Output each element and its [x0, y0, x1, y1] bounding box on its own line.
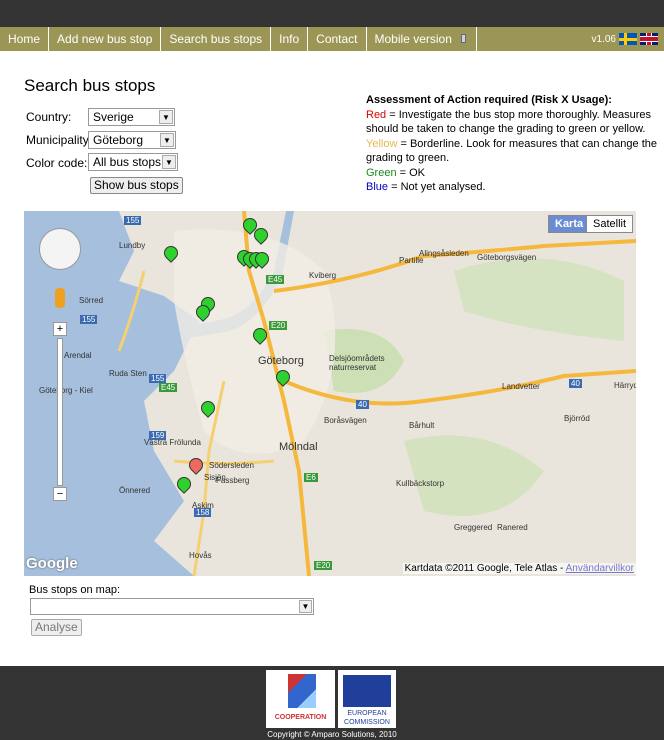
legend-key-red: Red	[366, 108, 387, 121]
legend-key-yellow: Yellow	[366, 137, 398, 150]
green-area	[404, 435, 544, 516]
european-commission-logo: EUROPEAN COMMISSION	[338, 670, 396, 728]
road-shield: 40	[569, 379, 582, 388]
fp7-cooperation-logo: COOPERATION	[266, 670, 335, 728]
nav-info[interactable]: Info	[271, 27, 309, 51]
map-attribution: Kartdata ©2011 Google, Tele Atlas - Anvä…	[402, 563, 636, 574]
analyse-button[interactable]: Analyse	[31, 619, 82, 636]
uk-flag-icon[interactable]	[640, 33, 658, 45]
map-place-label: Ruda Sten	[109, 369, 147, 378]
color-code-value: All bus stops	[93, 155, 162, 169]
attribution-text: Kartdata ©2011 Google, Tele Atlas -	[404, 563, 566, 574]
nav-mobile-version[interactable]: Mobile version	[367, 27, 477, 51]
legend-text: = OK	[396, 166, 426, 179]
map-place-label: Kviberg	[309, 271, 337, 280]
nav-search-bus-stops[interactable]: Search bus stops	[161, 27, 272, 51]
legend-key-green: Green	[366, 166, 397, 179]
municipality-value: Göteborg	[93, 133, 144, 147]
municipality-select[interactable]: Göteborg ▼	[88, 131, 176, 149]
map-place-label: Södersleden	[209, 461, 254, 470]
map-place-label: Härryda	[614, 381, 636, 390]
map-place-label: Lundby	[119, 241, 146, 250]
country-label: Country:	[26, 110, 72, 124]
eu-flag-icon	[343, 675, 391, 707]
fp7-logo-text: COOPERATION	[274, 714, 327, 721]
road-shield: 158	[194, 508, 212, 517]
legend-text: = Borderline. Look for measures that can…	[366, 137, 657, 165]
map-place-label: Göteborgsvägen	[477, 253, 537, 262]
chevron-down-icon: ▼	[159, 110, 173, 124]
map-place-label: Bårhult	[409, 421, 435, 430]
map-place-label: Boråsvägen	[324, 416, 367, 425]
green-area	[454, 258, 624, 341]
zoom-out-button[interactable]: −	[53, 487, 67, 501]
road-shield: 155	[124, 216, 142, 225]
chevron-down-icon: ▼	[160, 133, 174, 147]
legend-key-blue: Blue	[366, 181, 389, 193]
map-place-label: Arendal	[64, 351, 92, 360]
road-shield: 159	[149, 431, 167, 440]
legend-text: = Investigate the bus stop more thorough…	[366, 108, 652, 136]
terms-link[interactable]: Användarvillkor	[566, 563, 634, 574]
map-place-label: Göteborg	[258, 355, 304, 367]
nav-mobile-label: Mobile version	[374, 32, 452, 46]
map-place-label: Önnered	[119, 486, 151, 495]
map-place-label: Greggered	[454, 523, 493, 532]
map-place-label: Göteborg - Kiel	[39, 386, 93, 395]
map-place-label: Alingsåsleden	[419, 249, 469, 258]
bus-stops-label: Bus stops on map:	[29, 584, 121, 596]
map-place-label: Hovås	[189, 551, 212, 560]
zoom-in-button[interactable]: +	[53, 322, 67, 336]
version-label: v1.06	[591, 33, 616, 45]
assessment-title: Assessment of Action required (Risk X Us…	[366, 94, 612, 106]
ec-logo-text: EUROPEAN COMMISSION	[344, 710, 390, 726]
footer: COOPERATION EUROPEAN COMMISSION Copyrigh…	[0, 666, 664, 740]
map-place-label: Landvetter	[502, 382, 540, 391]
nav-home[interactable]: Home	[0, 27, 50, 51]
nav-contact[interactable]: Contact	[308, 27, 367, 51]
road-shield: E6	[304, 473, 318, 482]
page-title: Search bus stops	[24, 76, 156, 95]
nav-add-bus-stop[interactable]: Add new bus stop	[49, 27, 162, 51]
color-code-select[interactable]: All bus stops ▼	[88, 153, 178, 171]
show-bus-stops-button[interactable]: Show bus stops	[90, 177, 183, 194]
chevron-down-icon: ▼	[299, 600, 312, 613]
road-shield: E45	[159, 383, 178, 392]
swedish-flag-icon[interactable]	[619, 33, 637, 45]
google-logo: Google	[26, 555, 78, 572]
country-select[interactable]: Sverige ▼	[88, 108, 175, 126]
map-place-label: Sörred	[79, 296, 104, 305]
bus-stops-select[interactable]: ▼	[30, 598, 314, 615]
road-shield: 155	[80, 315, 98, 324]
map-type-karta[interactable]: Karta	[548, 215, 591, 233]
main-nav: Home Add new bus stop Search bus stops I…	[0, 27, 664, 51]
map-type-satellit[interactable]: Satellit	[586, 215, 634, 233]
map[interactable]: Lundby Sörred Arendal Ruda Sten Göteborg - K…	[24, 211, 636, 576]
map-place-label: Björröd	[564, 414, 590, 423]
map-place-label: Delsjöområdets naturreservat	[329, 354, 385, 372]
map-place-label: Kullbäckstorp	[396, 479, 445, 488]
zoom-slider[interactable]	[57, 338, 63, 486]
road-shield: 40	[356, 400, 369, 409]
copyright: Copyright © Amparo Solutions, 2010	[267, 730, 397, 739]
color-code-label: Color code:	[26, 156, 88, 170]
top-bar	[0, 0, 664, 27]
assessment-legend: Assessment of Action required (Risk X Us…	[366, 93, 662, 195]
map-place-label: Sisjön	[204, 473, 226, 482]
map-place-label: Ranered	[497, 523, 528, 532]
map-canvas[interactable]	[24, 211, 636, 576]
country-value: Sverige	[93, 110, 134, 124]
legend-text: = Not yet analysed.	[388, 181, 486, 193]
road-shield: E20	[269, 321, 288, 330]
road-shield: E45	[266, 275, 285, 284]
map-place-label: Mölndal	[279, 441, 318, 453]
road-shield: E20	[314, 561, 333, 570]
municipality-label: Municipality:	[26, 133, 93, 147]
chevron-down-icon: ▼	[162, 155, 176, 169]
road-shield: 155	[149, 374, 167, 383]
street-view-pegman-icon[interactable]	[55, 288, 65, 308]
mobile-phone-icon	[460, 34, 466, 43]
pan-control[interactable]	[39, 228, 81, 270]
